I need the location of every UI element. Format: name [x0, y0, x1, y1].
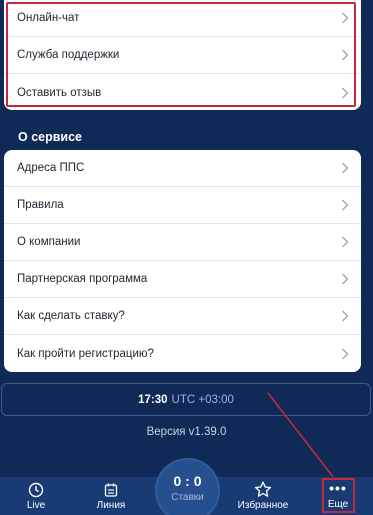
- star-icon: [254, 481, 272, 497]
- chevron-right-icon: [342, 162, 349, 174]
- time-zone: UTC +03:00: [171, 393, 234, 406]
- tab-label: Линия: [96, 499, 126, 511]
- about-menu-card: Адреса ППС Правила О компании Партнерска…: [4, 150, 361, 372]
- clock-icon: [28, 482, 44, 497]
- menu-item-about-company[interactable]: О компании: [4, 224, 361, 261]
- tab-label: Избранное: [237, 500, 289, 511]
- bets-button[interactable]: 0 : 0 Ставки: [155, 458, 220, 515]
- app-version: Версия v1.39.0: [146, 426, 227, 438]
- chevron-right-icon: [342, 236, 349, 248]
- chevron-right-icon: [342, 12, 349, 24]
- chevron-right-icon: [342, 49, 349, 61]
- menu-item-pps-addresses[interactable]: Адреса ППС: [4, 150, 361, 187]
- menu-item-how-to-bet[interactable]: Как сделать ставку?: [4, 298, 361, 335]
- menu-item-label: Оставить отзыв: [17, 86, 102, 99]
- menu-item-partner-program[interactable]: Партнерская программа: [4, 261, 361, 298]
- current-time: 17:30: [138, 393, 168, 406]
- support-menu-card: Онлайн-чат Служба поддержки Оставить отз…: [4, 0, 361, 110]
- menu-item-label: Партнерская программа: [17, 273, 148, 285]
- menu-item-label: Как пройти регистрацию?: [17, 347, 154, 360]
- section-title-about: О сервисе: [18, 130, 83, 144]
- menu-item-label: Как сделать ставку?: [17, 310, 125, 322]
- chevron-right-icon: [342, 348, 349, 359]
- chevron-right-icon: [342, 273, 349, 285]
- time-zone-box[interactable]: 17:30 UTC +03:00: [1, 383, 371, 416]
- menu-item-label: Служба поддержки: [17, 49, 120, 61]
- bets-score: 0 : 0: [173, 472, 202, 489]
- tab-label: Live: [26, 499, 46, 511]
- tab-favorites[interactable]: Избранное: [228, 477, 298, 515]
- tab-label: Еще: [327, 499, 349, 510]
- menu-item-label: Онлайн-чат: [17, 12, 80, 24]
- menu-item-label: Правила: [17, 199, 64, 211]
- menu-item-leave-feedback[interactable]: Оставить отзыв: [4, 74, 361, 110]
- tab-more[interactable]: ••• Еще: [314, 477, 362, 515]
- tab-line[interactable]: Линия: [85, 477, 137, 515]
- chevron-right-icon: [342, 87, 349, 98]
- menu-item-rules[interactable]: Правила: [4, 187, 361, 224]
- menu-item-support-service[interactable]: Служба поддержки: [4, 37, 361, 74]
- menu-item-label: Адреса ППС: [17, 162, 85, 174]
- menu-item-online-chat[interactable]: Онлайн-чат: [4, 0, 361, 37]
- bets-label: Ставки: [171, 491, 204, 503]
- tab-live[interactable]: Live: [10, 477, 62, 515]
- chevron-right-icon: [342, 199, 349, 211]
- chevron-right-icon: [342, 310, 349, 322]
- menu-item-label: О компании: [17, 236, 81, 248]
- more-dots-icon: •••: [329, 480, 347, 496]
- menu-item-how-to-register[interactable]: Как пройти регистрацию?: [4, 335, 361, 372]
- calendar-icon: [104, 483, 118, 497]
